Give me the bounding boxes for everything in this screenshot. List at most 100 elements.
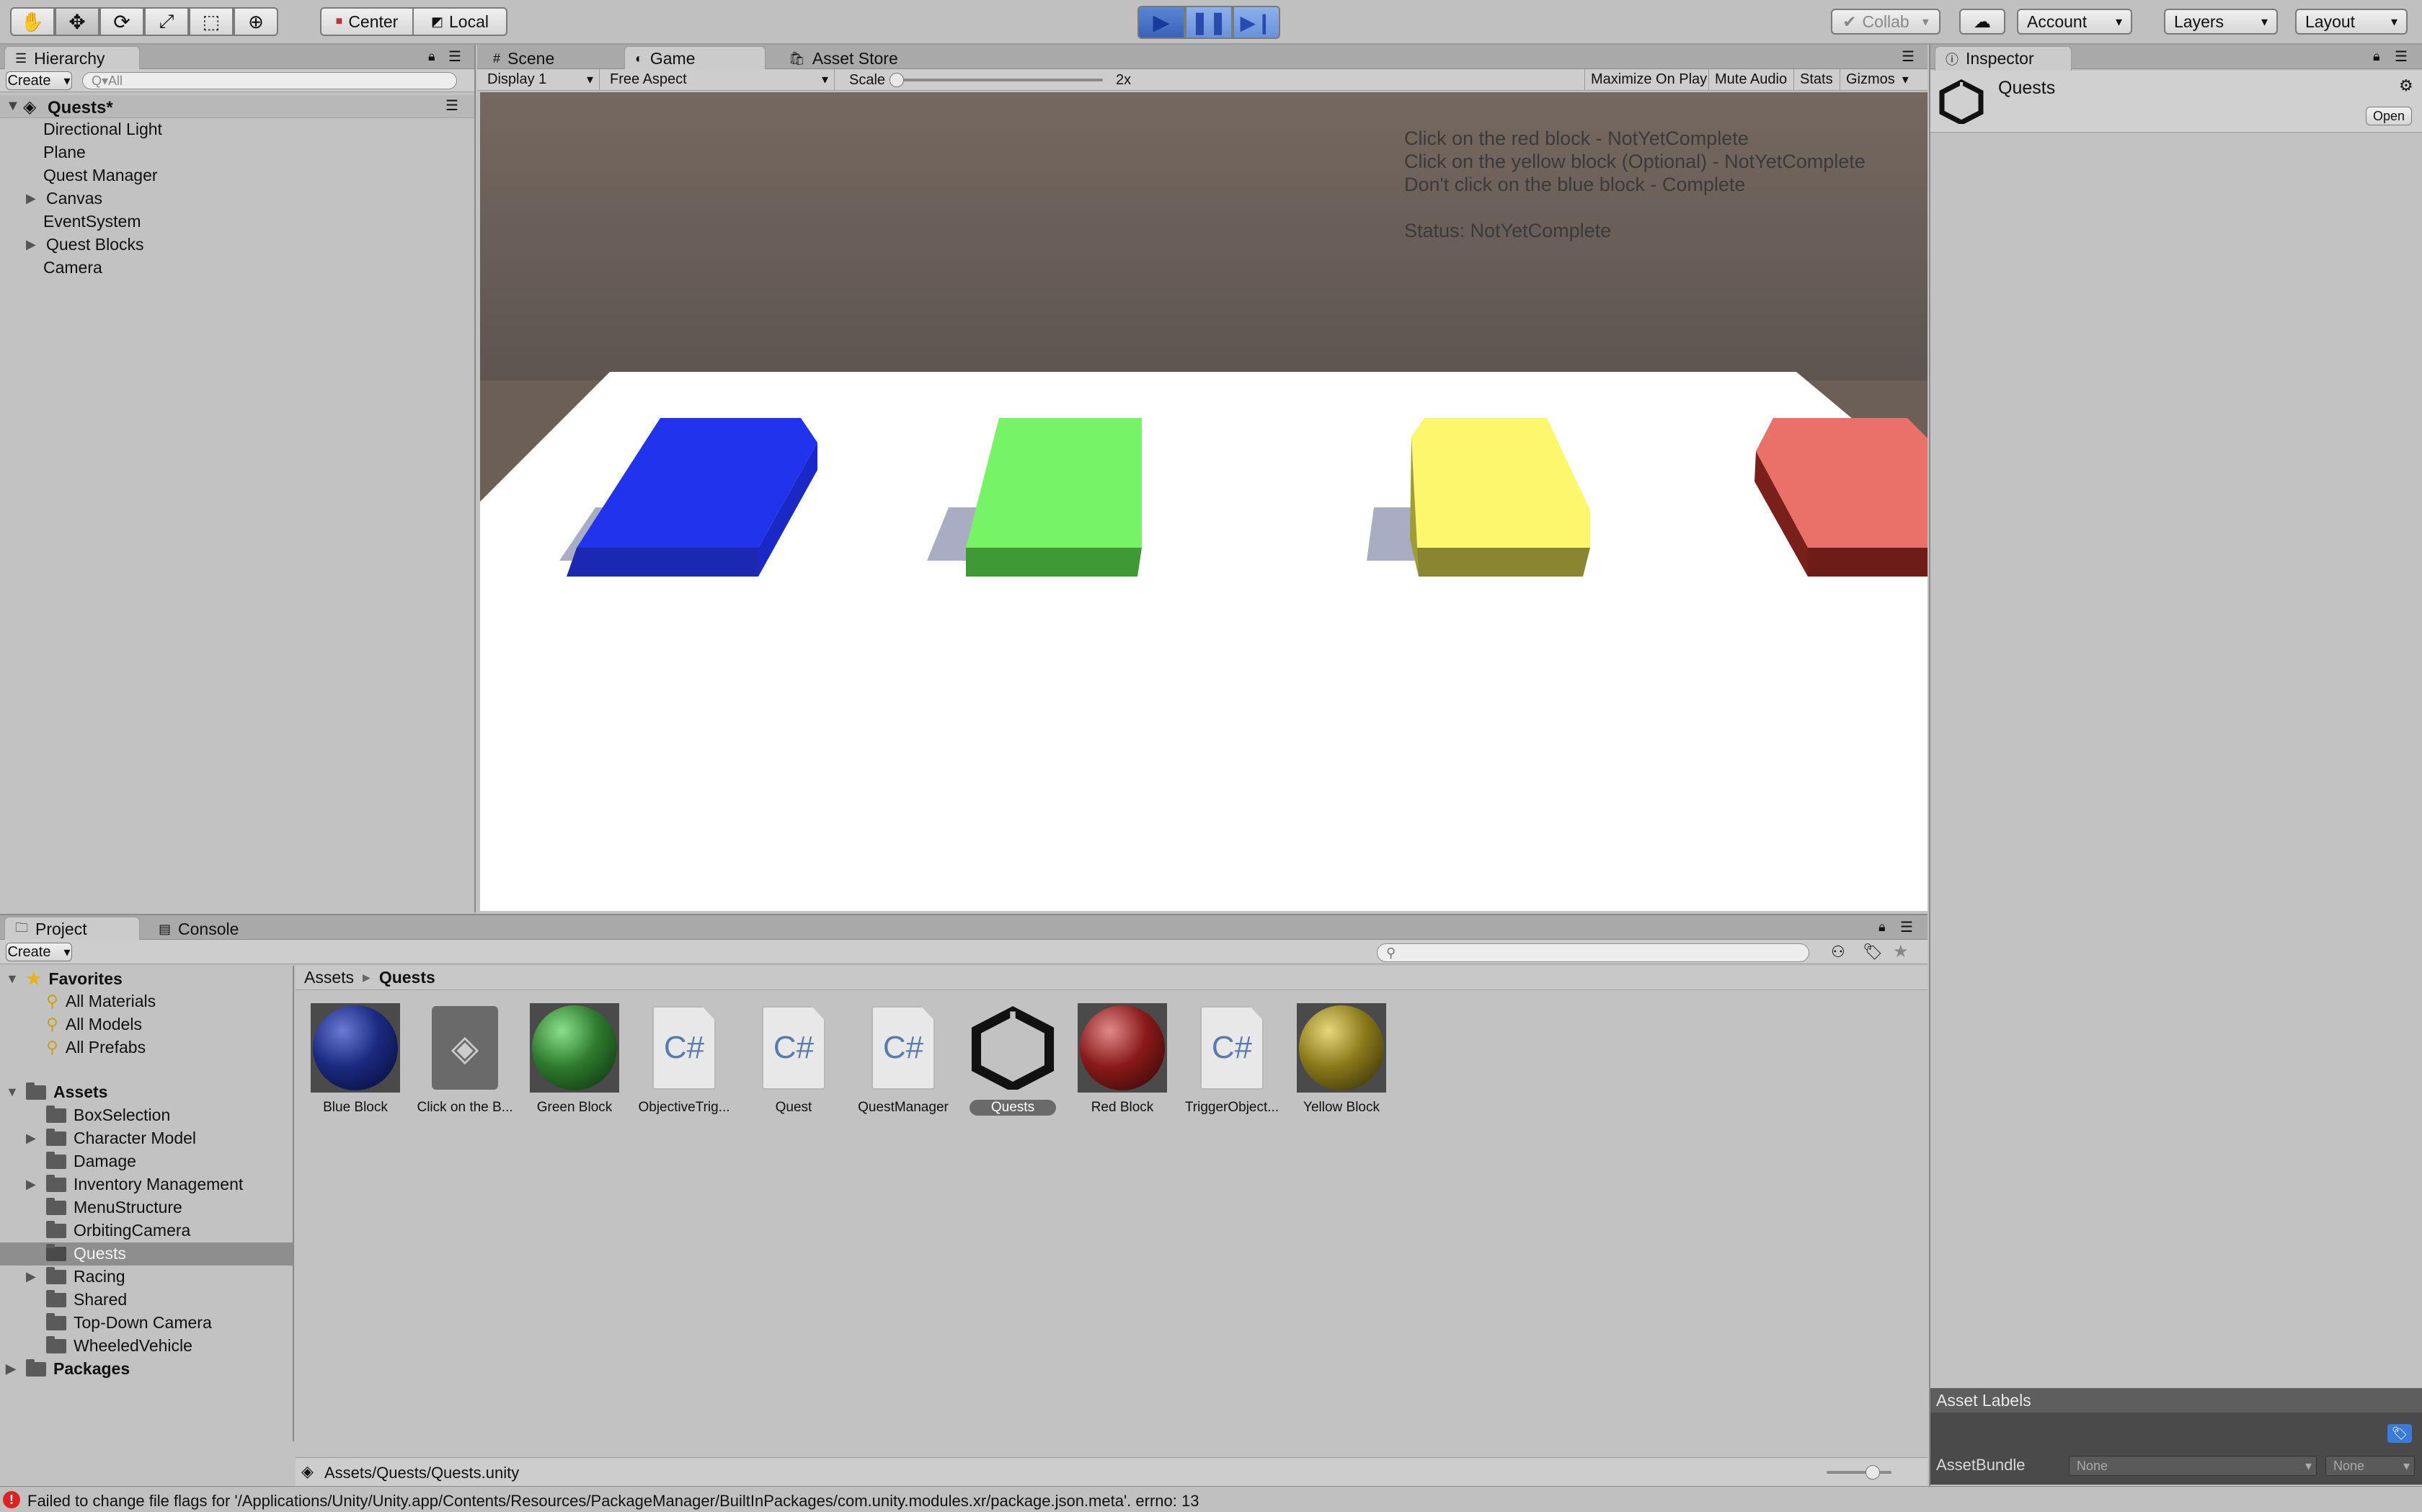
breadcrumb-quests[interactable]: Quests xyxy=(379,968,435,987)
hierarchy-search-input[interactable]: Q▾All xyxy=(82,72,457,89)
hierarchy-item[interactable]: Plane xyxy=(43,143,86,162)
aspect-dropdown[interactable]: Free Aspect xyxy=(604,69,835,91)
rotate-tool-button[interactable]: ⟳ xyxy=(99,7,144,36)
asset-variant-dropdown[interactable]: None xyxy=(2325,1456,2415,1476)
cloud-button[interactable]: ☁ xyxy=(1959,9,2005,35)
account-dropdown[interactable]: Account xyxy=(2017,9,2132,35)
hierarchy-item[interactable]: ▶ Quest Blocks xyxy=(26,235,144,254)
breadcrumb-assets[interactable]: Assets xyxy=(304,968,354,987)
hand-tool-button[interactable]: ✋ xyxy=(10,7,55,36)
folder-item-selected[interactable]: Quests xyxy=(46,1243,126,1263)
favorites-row[interactable]: ▼ ★ Favorites xyxy=(6,969,123,990)
filter-by-type-icon[interactable]: ⚇ xyxy=(1831,943,1845,961)
asset-item[interactable]: Red Block xyxy=(1068,1003,1176,1116)
collapsed-arrow-icon[interactable]: ▶ xyxy=(26,1269,39,1284)
scale-slider-thumb[interactable] xyxy=(890,73,904,87)
assets-root-row[interactable]: ▼ Assets xyxy=(6,1082,107,1102)
folder-item[interactable]: MenuStructure xyxy=(46,1197,182,1217)
expand-arrow-icon[interactable]: ▼ xyxy=(6,98,20,115)
pause-button[interactable]: ❚❚ xyxy=(1185,6,1233,39)
display-dropdown[interactable]: Display 1 xyxy=(482,69,600,91)
folder-item[interactable]: WheeledVehicle xyxy=(46,1335,192,1356)
panel-menu-icon[interactable]: ☰ xyxy=(2395,48,2408,66)
favorite-item[interactable]: ⚲ All Prefabs xyxy=(46,1038,146,1057)
folder-item[interactable]: Shared xyxy=(46,1289,127,1309)
settings-gear-icon[interactable]: ⚙ xyxy=(2399,76,2413,95)
thumbnail-size-slider-thumb[interactable] xyxy=(1866,1465,1880,1480)
asset-item[interactable]: C# Quest xyxy=(740,1003,848,1116)
hierarchy-item[interactable]: ▶ Canvas xyxy=(26,189,102,208)
packages-row[interactable]: ▶ Packages xyxy=(6,1358,130,1379)
filter-by-label-icon[interactable]: 🏷︎ xyxy=(1863,943,1883,961)
scene-root-row[interactable]: ▼ ◈ Quests* ☰ xyxy=(0,95,474,118)
toggle-maximize-on-play[interactable]: Maximize On Play xyxy=(1584,69,1713,91)
collapsed-arrow-icon[interactable]: ▶ xyxy=(6,1361,19,1377)
play-button[interactable]: ▶ xyxy=(1137,6,1185,39)
folder-item[interactable]: ▶ Character Model xyxy=(26,1128,196,1148)
hierarchy-item[interactable]: Quest Manager xyxy=(43,166,158,185)
collapsed-arrow-icon[interactable]: ▶ xyxy=(26,191,39,206)
scale-tool-button[interactable]: ⤢ xyxy=(144,7,189,36)
lock-icon[interactable]: 🔒︎ xyxy=(1878,920,1886,935)
layout-dropdown[interactable]: Layout xyxy=(2295,9,2408,35)
pivot-center-button[interactable]: ■ Center xyxy=(320,7,414,36)
scene-menu-icon[interactable]: ☰ xyxy=(445,97,458,115)
hierarchy-create-button[interactable]: Create xyxy=(6,71,72,90)
asset-item[interactable]: C# TriggerObject... xyxy=(1178,1003,1286,1116)
rect-tool-button[interactable]: ⬚ xyxy=(189,7,234,36)
hierarchy-item[interactable]: EventSystem xyxy=(43,212,141,231)
label-tag-button[interactable]: 🏷︎ xyxy=(2387,1424,2412,1443)
project-search-input[interactable]: ⚲ xyxy=(1377,943,1809,962)
status-bar[interactable]: ! Failed to change file flags for '/Appl… xyxy=(0,1486,2422,1512)
hierarchy-item[interactable]: Directional Light xyxy=(43,120,162,139)
transform-tool-button[interactable]: ⊕ xyxy=(234,7,278,36)
collapsed-arrow-icon[interactable]: ▶ xyxy=(26,237,39,252)
tab-hierarchy[interactable]: ☰ Hierarchy xyxy=(4,46,140,71)
game-viewport[interactable]: Click on the red block - NotYetComplete … xyxy=(480,92,1928,911)
step-button[interactable]: ▶❙ xyxy=(1233,6,1280,39)
asset-item[interactable]: C# QuestManager xyxy=(849,1003,957,1116)
pivot-local-button[interactable]: ◩ Local xyxy=(412,7,507,36)
panel-menu-icon[interactable]: ☰ xyxy=(1902,48,1915,66)
collab-dropdown[interactable]: ✔ Collab xyxy=(1831,9,1940,35)
layers-dropdown[interactable]: Layers xyxy=(2164,9,2278,35)
open-button[interactable]: Open xyxy=(2366,107,2412,125)
asset-item-selected[interactable]: Quests xyxy=(959,1003,1067,1116)
asset-item[interactable]: Green Block xyxy=(520,1003,629,1116)
collapsed-arrow-icon[interactable]: ▶ xyxy=(26,1177,39,1192)
favorite-star-icon[interactable]: ★ xyxy=(1893,941,1909,962)
thumbnail-size-slider[interactable] xyxy=(1827,1465,1891,1480)
asset-item[interactable]: C# ObjectiveTrig... xyxy=(630,1003,738,1116)
expand-arrow-icon[interactable]: ▼ xyxy=(6,1085,19,1100)
hierarchy-item[interactable]: Camera xyxy=(43,258,102,277)
asset-item[interactable]: ◈ Click on the B... xyxy=(411,1003,519,1116)
toggle-stats[interactable]: Stats xyxy=(1793,69,1839,91)
favorite-item[interactable]: ⚲ All Materials xyxy=(46,992,156,1011)
collapsed-arrow-icon[interactable]: ▶ xyxy=(26,1131,39,1146)
panel-menu-icon[interactable]: ☰ xyxy=(1900,918,1913,936)
move-tool-button[interactable]: ✥ xyxy=(55,7,99,36)
tab-scene[interactable]: # Scene xyxy=(483,46,613,71)
favorite-item[interactable]: ⚲ All Models xyxy=(46,1015,142,1034)
tab-console[interactable]: ▤ Console xyxy=(148,917,278,941)
asset-item[interactable]: Yellow Block xyxy=(1287,1003,1396,1116)
project-create-button[interactable]: Create xyxy=(6,943,72,961)
folder-item[interactable]: ▶ Inventory Management xyxy=(26,1174,243,1194)
asset-bundle-dropdown[interactable]: None xyxy=(2069,1456,2317,1476)
lock-icon[interactable]: 🔒︎ xyxy=(2373,49,2380,64)
panel-menu-icon[interactable]: ☰ xyxy=(448,48,461,66)
toggle-mute-audio[interactable]: Mute Audio xyxy=(1708,69,1793,91)
folder-item[interactable]: Top-Down Camera xyxy=(46,1312,212,1333)
expand-arrow-icon[interactable]: ▼ xyxy=(6,971,19,987)
lock-icon[interactable]: 🔒︎ xyxy=(428,49,435,64)
gizmos-dropdown[interactable]: Gizmos xyxy=(1840,69,1915,91)
folder-item[interactable]: BoxSelection xyxy=(46,1105,170,1125)
folder-item[interactable]: OrbitingCamera xyxy=(46,1220,190,1240)
tab-inspector[interactable]: ⓘ Inspector xyxy=(1935,46,2072,71)
folder-item[interactable]: Damage xyxy=(46,1151,136,1171)
folder-item[interactable]: ▶ Racing xyxy=(26,1266,125,1286)
scale-slider[interactable] xyxy=(890,73,1103,87)
tab-project[interactable]: 🗀 Project xyxy=(4,917,140,941)
tab-asset-store[interactable]: 🛍︎ Asset Store xyxy=(778,46,923,71)
asset-item[interactable]: Blue Block xyxy=(301,1003,409,1116)
